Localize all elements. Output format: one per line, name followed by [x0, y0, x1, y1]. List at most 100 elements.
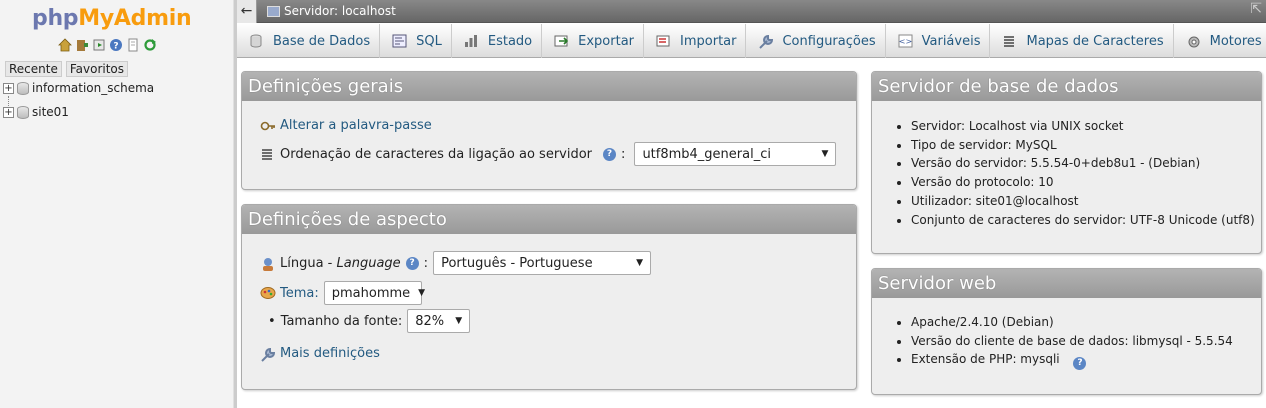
status-icon [464, 34, 478, 48]
collation-row: Ordenação de caracteres da ligação ao se… [260, 142, 837, 166]
fontsize-select[interactable]: 82% ▼ [407, 309, 471, 333]
general-settings-panel: Definições gerais Alterar a palavra-pass… [241, 71, 857, 190]
tab-label: Base de Dados [273, 33, 371, 49]
tab-sql[interactable]: SQL [380, 24, 452, 58]
back-arrow-icon[interactable]: ← [237, 0, 257, 23]
php-extension-text: Extensão de PHP: mysqli [911, 352, 1060, 367]
language-label-text: Língua - [280, 255, 337, 271]
export-icon [554, 34, 569, 48]
tab-import[interactable]: Importar [644, 24, 747, 58]
panel-title: Servidor de base de dados [872, 72, 1261, 101]
language-icon [260, 256, 275, 271]
reload-icon[interactable] [143, 38, 157, 52]
tab-status[interactable]: Estado [452, 24, 543, 58]
server-icon [267, 5, 280, 17]
theme-link[interactable]: Tema: [280, 286, 319, 301]
documentation-icon[interactable] [126, 38, 140, 52]
theme-row: Tema: pmahomme ▼ [260, 281, 426, 305]
bullet: • [268, 313, 276, 329]
expand-icon[interactable]: + [3, 106, 14, 118]
theme-value: pmahomme [331, 285, 411, 301]
collapse-icon[interactable]: ⇱ [1250, 1, 1262, 17]
tab-label: Configurações [782, 33, 876, 49]
list-item: Apache/2.4.10 (Debian) [911, 313, 1233, 332]
db-name[interactable]: site01 [32, 105, 69, 119]
tab-charsets[interactable]: Mapas de Caracteres [990, 24, 1174, 58]
navigation-panel: phpMyAdmin ? Recente Favoritos + informa… [0, 0, 234, 408]
more-settings-link[interactable]: Mais definições [280, 346, 380, 361]
tab-engines[interactable]: Motores [1174, 24, 1266, 58]
palette-icon [260, 286, 276, 300]
change-password-link[interactable]: Alterar a palavra-passe [280, 118, 432, 133]
language-value: Português - Portuguese [441, 255, 593, 271]
variables-icon: <> [898, 34, 913, 48]
language-label: Língua - Language [280, 256, 401, 271]
tab-variables[interactable]: <> Variáveis [886, 24, 991, 58]
charset-icon [1002, 34, 1016, 48]
query-window-icon[interactable] [92, 38, 106, 52]
colon-text: : [621, 146, 626, 162]
panel-title: Definições gerais [242, 72, 856, 101]
language-select[interactable]: Português - Portuguese ▼ [433, 251, 652, 275]
help-icon[interactable]: ? [1073, 357, 1087, 371]
db-tree-item[interactable]: + information_schema [3, 81, 154, 95]
collation-select[interactable]: utf8mb4_general_ci ▼ [634, 142, 837, 166]
dropdown-arrow-icon: ▼ [455, 316, 463, 326]
language-label-italic: Language [336, 255, 401, 271]
change-password-row[interactable]: Alterar a palavra-passe [260, 118, 432, 133]
panel-title: Definições de aspecto [242, 205, 856, 234]
help-icon[interactable]: ? [405, 256, 419, 270]
wrench-icon [758, 34, 774, 49]
list-item: Versão do cliente de base de dados: libm… [911, 332, 1233, 351]
server-breadcrumb-bar: ← Servidor: localhost ⇱ [237, 0, 1266, 23]
tab-label: Importar [680, 33, 737, 49]
wrench-icon [260, 347, 276, 362]
tab-label: Estado [487, 33, 533, 49]
nav-resize-handle[interactable] [234, 0, 237, 408]
theme-select[interactable]: pmahomme ▼ [323, 281, 426, 305]
logo-myadmin-text: MyAdmin [78, 6, 192, 31]
web-server-panel: Servidor web Apache/2.4.10 (Debian) Vers… [871, 268, 1262, 395]
list-item: Utilizador: site01@localhost [911, 192, 1255, 211]
home-icon[interactable] [58, 38, 72, 52]
panel-title: Servidor web [872, 269, 1261, 298]
list-item: Conjunto de caracteres do servidor: UTF-… [911, 211, 1255, 230]
db-name[interactable]: information_schema [32, 81, 154, 95]
favorites-tab[interactable]: Favoritos [65, 61, 129, 77]
help-icon[interactable]: ? [603, 147, 617, 161]
nav-tabs: Recente Favoritos [5, 61, 129, 77]
db-tree-item[interactable]: + site01 [3, 105, 69, 119]
server-label[interactable]: Servidor: localhost [284, 4, 396, 18]
tab-export[interactable]: Exportar [542, 24, 645, 58]
tab-settings[interactable]: Configurações [746, 24, 886, 58]
dropdown-arrow-icon: ▼ [636, 258, 644, 268]
svg-text:<>: <> [898, 37, 911, 46]
database-icon [17, 105, 29, 119]
tab-label: Mapas de Caracteres [1026, 33, 1164, 49]
exit-icon[interactable] [75, 38, 89, 52]
dropdown-arrow-icon: ▼ [821, 149, 829, 159]
logo-php-text: php [32, 6, 79, 31]
dropdown-arrow-icon: ▼ [418, 288, 426, 298]
database-server-panel: Servidor de base de dados Servidor: Loca… [871, 71, 1262, 254]
phpmyadmin-logo[interactable]: phpMyAdmin [32, 6, 192, 31]
db-server-info-list: Servidor: Localhost via UNIX socket Tipo… [911, 117, 1255, 229]
docs-icon[interactable]: ? [109, 38, 123, 52]
fontsize-row: • Tamanho da fonte: 82% ▼ [268, 309, 471, 333]
tab-databases[interactable]: Base de Dados [237, 24, 381, 58]
database-icon [17, 81, 29, 95]
collation-label: Ordenação de caracteres da ligação ao se… [280, 146, 593, 162]
sql-icon [392, 34, 407, 48]
svg-text:?: ? [113, 42, 118, 52]
breadcrumb[interactable]: Servidor: localhost [267, 4, 396, 18]
list-item: Tipo de servidor: MySQL [911, 136, 1255, 155]
list-item: Versão do servidor: 5.5.54-0+deb8u1 - (D… [911, 154, 1255, 173]
collation-value: utf8mb4_general_ci [642, 146, 771, 162]
database-icon [249, 34, 263, 48]
expand-icon[interactable]: + [3, 82, 14, 94]
more-settings-row[interactable]: Mais definições [260, 346, 380, 362]
recent-tab[interactable]: Recente [5, 61, 62, 77]
engines-icon [1186, 34, 1200, 48]
import-icon [656, 34, 670, 48]
colon-text: : [423, 255, 429, 271]
